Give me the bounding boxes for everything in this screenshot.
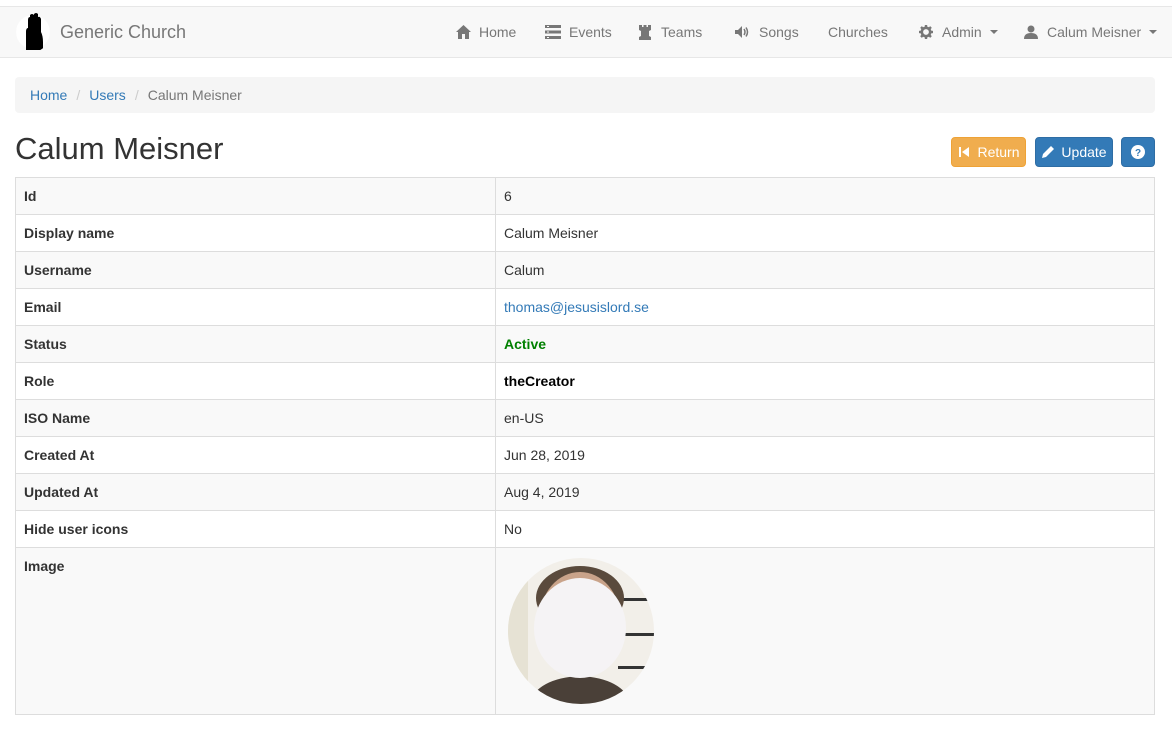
brand-name: Generic Church xyxy=(60,21,187,42)
chevron-down-icon xyxy=(989,30,998,34)
user-icon xyxy=(1023,24,1039,40)
nav-events[interactable]: Events xyxy=(545,7,612,57)
nav-user-label: Calum Meisner xyxy=(1047,24,1142,40)
table-row: Updated At Aug 4, 2019 xyxy=(15,473,1155,511)
row-label: Role xyxy=(15,362,496,400)
table-row: Username Calum xyxy=(15,251,1155,289)
breadcrumb-separator: / xyxy=(134,87,139,103)
praying-hands-icon xyxy=(16,12,50,52)
role-value: theCreator xyxy=(504,373,575,389)
row-value-cell: thomas@jesusislord.se xyxy=(495,288,1155,326)
update-button[interactable]: Update xyxy=(1035,137,1113,167)
table-row: Role theCreator xyxy=(15,362,1155,400)
nav-churches[interactable]: Churches xyxy=(828,7,888,57)
email-link[interactable]: thomas@jesusislord.se xyxy=(504,299,649,315)
row-value: Jun 28, 2019 xyxy=(495,436,1155,474)
row-label: Display name xyxy=(15,214,496,252)
help-button[interactable]: ? xyxy=(1121,137,1155,167)
row-value: 6 xyxy=(495,177,1155,215)
row-value: No xyxy=(495,510,1155,548)
nav-user-dropdown[interactable]: Calum Meisner xyxy=(1023,7,1158,57)
return-button-label: Return xyxy=(977,144,1020,160)
breadcrumb-separator: / xyxy=(76,87,81,103)
table-row: Display name Calum Meisner xyxy=(15,214,1155,252)
home-icon xyxy=(455,24,471,40)
row-value-cell: Active xyxy=(495,325,1155,363)
user-details-table: Id 6 Display name Calum Meisner Username… xyxy=(15,177,1155,715)
nav-admin-dropdown[interactable]: Admin xyxy=(918,7,998,57)
breadcrumb-home-link[interactable]: Home xyxy=(30,87,67,103)
chevron-down-icon xyxy=(1149,30,1158,34)
table-row: Status Active xyxy=(15,325,1155,363)
pencil-icon xyxy=(1041,145,1055,159)
volume-icon xyxy=(735,24,751,40)
breadcrumb: Home / Users / Calum Meisner xyxy=(15,77,1155,113)
row-label: Email xyxy=(15,288,496,326)
row-value: Aug 4, 2019 xyxy=(495,473,1155,511)
step-backward-icon xyxy=(957,145,971,159)
breadcrumb-current: Calum Meisner xyxy=(147,87,242,103)
svg-text:?: ? xyxy=(1135,148,1141,159)
row-value: Calum Meisner xyxy=(495,214,1155,252)
row-label: Username xyxy=(15,251,496,289)
nav-admin-label: Admin xyxy=(942,24,982,40)
row-value-cell: theCreator xyxy=(495,362,1155,400)
row-value-cell xyxy=(495,547,1155,715)
table-row: Email thomas@jesusislord.se xyxy=(15,288,1155,326)
page-title: Calum Meisner xyxy=(15,131,224,166)
table-row: Id 6 xyxy=(15,177,1155,215)
row-value: en-US xyxy=(495,399,1155,437)
nav-songs-label: Songs xyxy=(759,24,799,40)
row-label: Id xyxy=(15,177,496,215)
events-list-icon xyxy=(545,24,561,40)
row-label: Created At xyxy=(15,436,496,474)
row-label: Status xyxy=(15,325,496,363)
nav-teams-label: Teams xyxy=(661,24,703,40)
teams-tower-icon xyxy=(637,24,653,40)
row-label: Image xyxy=(15,547,496,715)
row-label: Updated At xyxy=(15,473,496,511)
nav-home-label: Home xyxy=(479,24,517,40)
nav-events-label: Events xyxy=(569,24,612,40)
table-row: Created At Jun 28, 2019 xyxy=(15,436,1155,474)
return-button[interactable]: Return xyxy=(951,137,1026,167)
update-button-label: Update xyxy=(1061,144,1107,160)
nav-home[interactable]: Home xyxy=(455,7,516,57)
row-label: ISO Name xyxy=(15,399,496,437)
row-value: Calum xyxy=(495,251,1155,289)
question-circle-icon: ? xyxy=(1131,145,1145,159)
row-label: Hide user icons xyxy=(15,510,496,548)
avatar xyxy=(508,558,654,704)
brand[interactable]: Generic Church xyxy=(16,12,186,52)
gear-icon xyxy=(918,24,934,40)
nav-churches-label: Churches xyxy=(828,24,888,40)
table-row: Image xyxy=(15,547,1155,715)
breadcrumb-users-link[interactable]: Users xyxy=(89,87,126,103)
table-row: ISO Name en-US xyxy=(15,399,1155,437)
nav-songs[interactable]: Songs xyxy=(735,7,799,57)
table-row: Hide user icons No xyxy=(15,510,1155,548)
status-badge: Active xyxy=(504,336,547,352)
nav-teams[interactable]: Teams xyxy=(637,7,702,57)
top-navbar: Generic Church Home Events Teams Songs C… xyxy=(0,6,1172,58)
